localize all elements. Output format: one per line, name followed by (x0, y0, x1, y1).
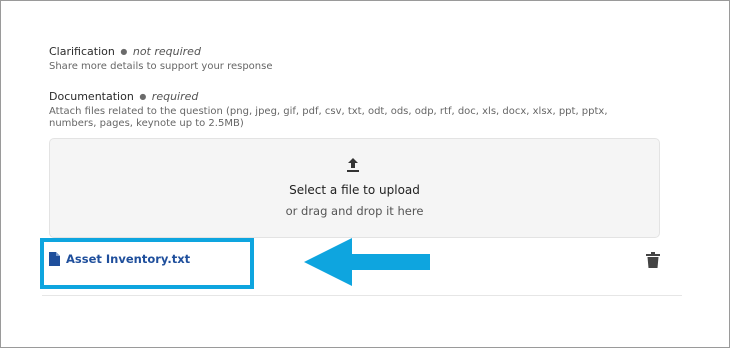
documentation-status: required (151, 90, 199, 103)
trash-icon[interactable] (646, 252, 660, 268)
dropzone-subtitle: or drag and drop it here (285, 204, 424, 218)
documentation-help: Attach files related to the question (pn… (49, 106, 608, 129)
highlight-box (40, 238, 254, 289)
separator-dot: ● (139, 92, 147, 101)
dropzone-title: Select a file to upload (289, 183, 420, 197)
file-dropzone[interactable]: Select a file to upload or drag and drop… (49, 138, 660, 238)
pointer-arrow (304, 238, 430, 286)
documentation-label: Documentation (49, 90, 134, 103)
clarification-label-row: Clarification ● not required (49, 45, 649, 58)
clarification-help: Share more details to support your respo… (49, 61, 273, 72)
documentation-label-row: Documentation ● required (49, 90, 649, 103)
documentation-field: Documentation ● required Attach files re… (49, 90, 649, 130)
clarification-status: not required (132, 45, 201, 58)
clarification-label: Clarification (49, 45, 115, 58)
upload-icon (347, 158, 359, 172)
separator-dot: ● (120, 47, 128, 56)
clarification-field: Clarification ● not required Share more … (49, 45, 649, 73)
